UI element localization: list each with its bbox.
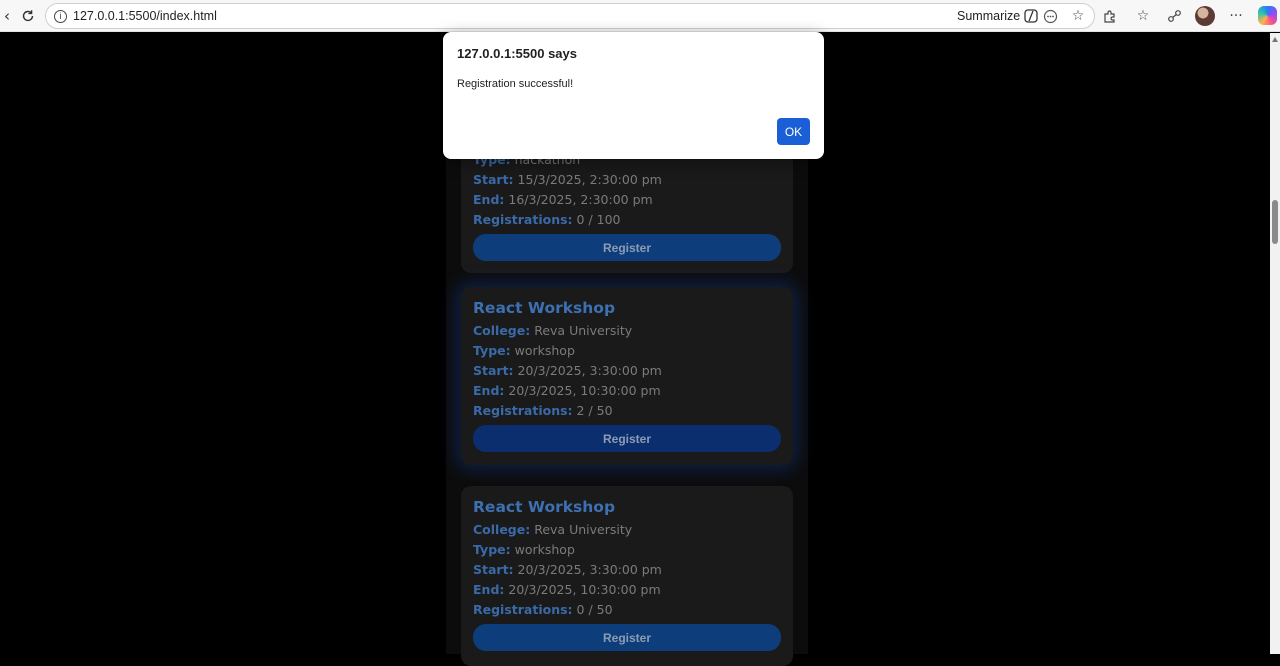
event-registrations: Registrations: 0 / 100 [473,212,621,227]
event-end: End: 20/3/2025, 10:30:00 pm [473,582,661,597]
page-scrollbar[interactable] [1270,33,1280,654]
ok-button[interactable]: OK [777,118,810,145]
summarize-icon [1024,9,1038,23]
copilot-icon[interactable] [1258,6,1277,25]
event-start: Start: 20/3/2025, 3:30:00 pm [473,363,662,378]
event-type: Type: workshop [473,343,575,358]
browser-toolbar: ‹ i 127.0.0.1:5500/index.html Summarize … [0,0,1280,32]
address-bar[interactable]: i 127.0.0.1:5500/index.html [45,3,1095,29]
profile-avatar[interactable] [1195,6,1215,26]
event-start: Start: 20/3/2025, 3:30:00 pm [473,562,662,577]
event-type: Type: workshop [473,542,575,557]
dialog-message: Registration successful! [457,78,574,90]
more-options-icon[interactable]: ··· [1226,6,1246,26]
event-title: React Workshop [473,299,616,317]
favorites-icon[interactable]: ☆ [1133,6,1153,26]
register-button[interactable]: Register [473,624,781,651]
event-end: End: 16/3/2025, 2:30:00 pm [473,192,653,207]
event-start: Start: 15/3/2025, 2:30:00 pm [473,172,662,187]
site-info-icon[interactable]: i [54,9,67,23]
register-button[interactable]: Register [473,234,781,261]
scrollbar-thumb[interactable] [1272,200,1278,244]
share-icon[interactable] [1164,6,1184,26]
refresh-icon[interactable] [15,3,41,29]
summarize-button[interactable]: Summarize [957,8,1039,24]
event-college: College: Reva University [473,522,633,537]
favorite-star-icon[interactable]: ☆ [1068,6,1088,26]
event-registrations: Registrations: 2 / 50 [473,403,613,418]
event-card: React Workshop College: Reva University … [461,486,793,666]
register-button[interactable]: Register [473,425,781,452]
scroll-up-arrow-icon[interactable] [1272,37,1278,42]
event-registrations: Registrations: 0 / 50 [473,602,613,617]
event-college: College: Reva University [473,323,633,338]
address-url: 127.0.0.1:5500/index.html [73,9,217,23]
emoji-icon[interactable] [1040,6,1060,26]
event-card: React Workshop College: Reva University … [461,287,793,465]
event-end: End: 20/3/2025, 10:30:00 pm [473,383,661,398]
alert-dialog: 127.0.0.1:5500 says Registration success… [443,32,824,159]
extensions-icon[interactable] [1099,6,1119,26]
dialog-title: 127.0.0.1:5500 says [457,46,577,61]
event-title: React Workshop [473,498,616,516]
summarize-label: Summarize [957,9,1021,23]
